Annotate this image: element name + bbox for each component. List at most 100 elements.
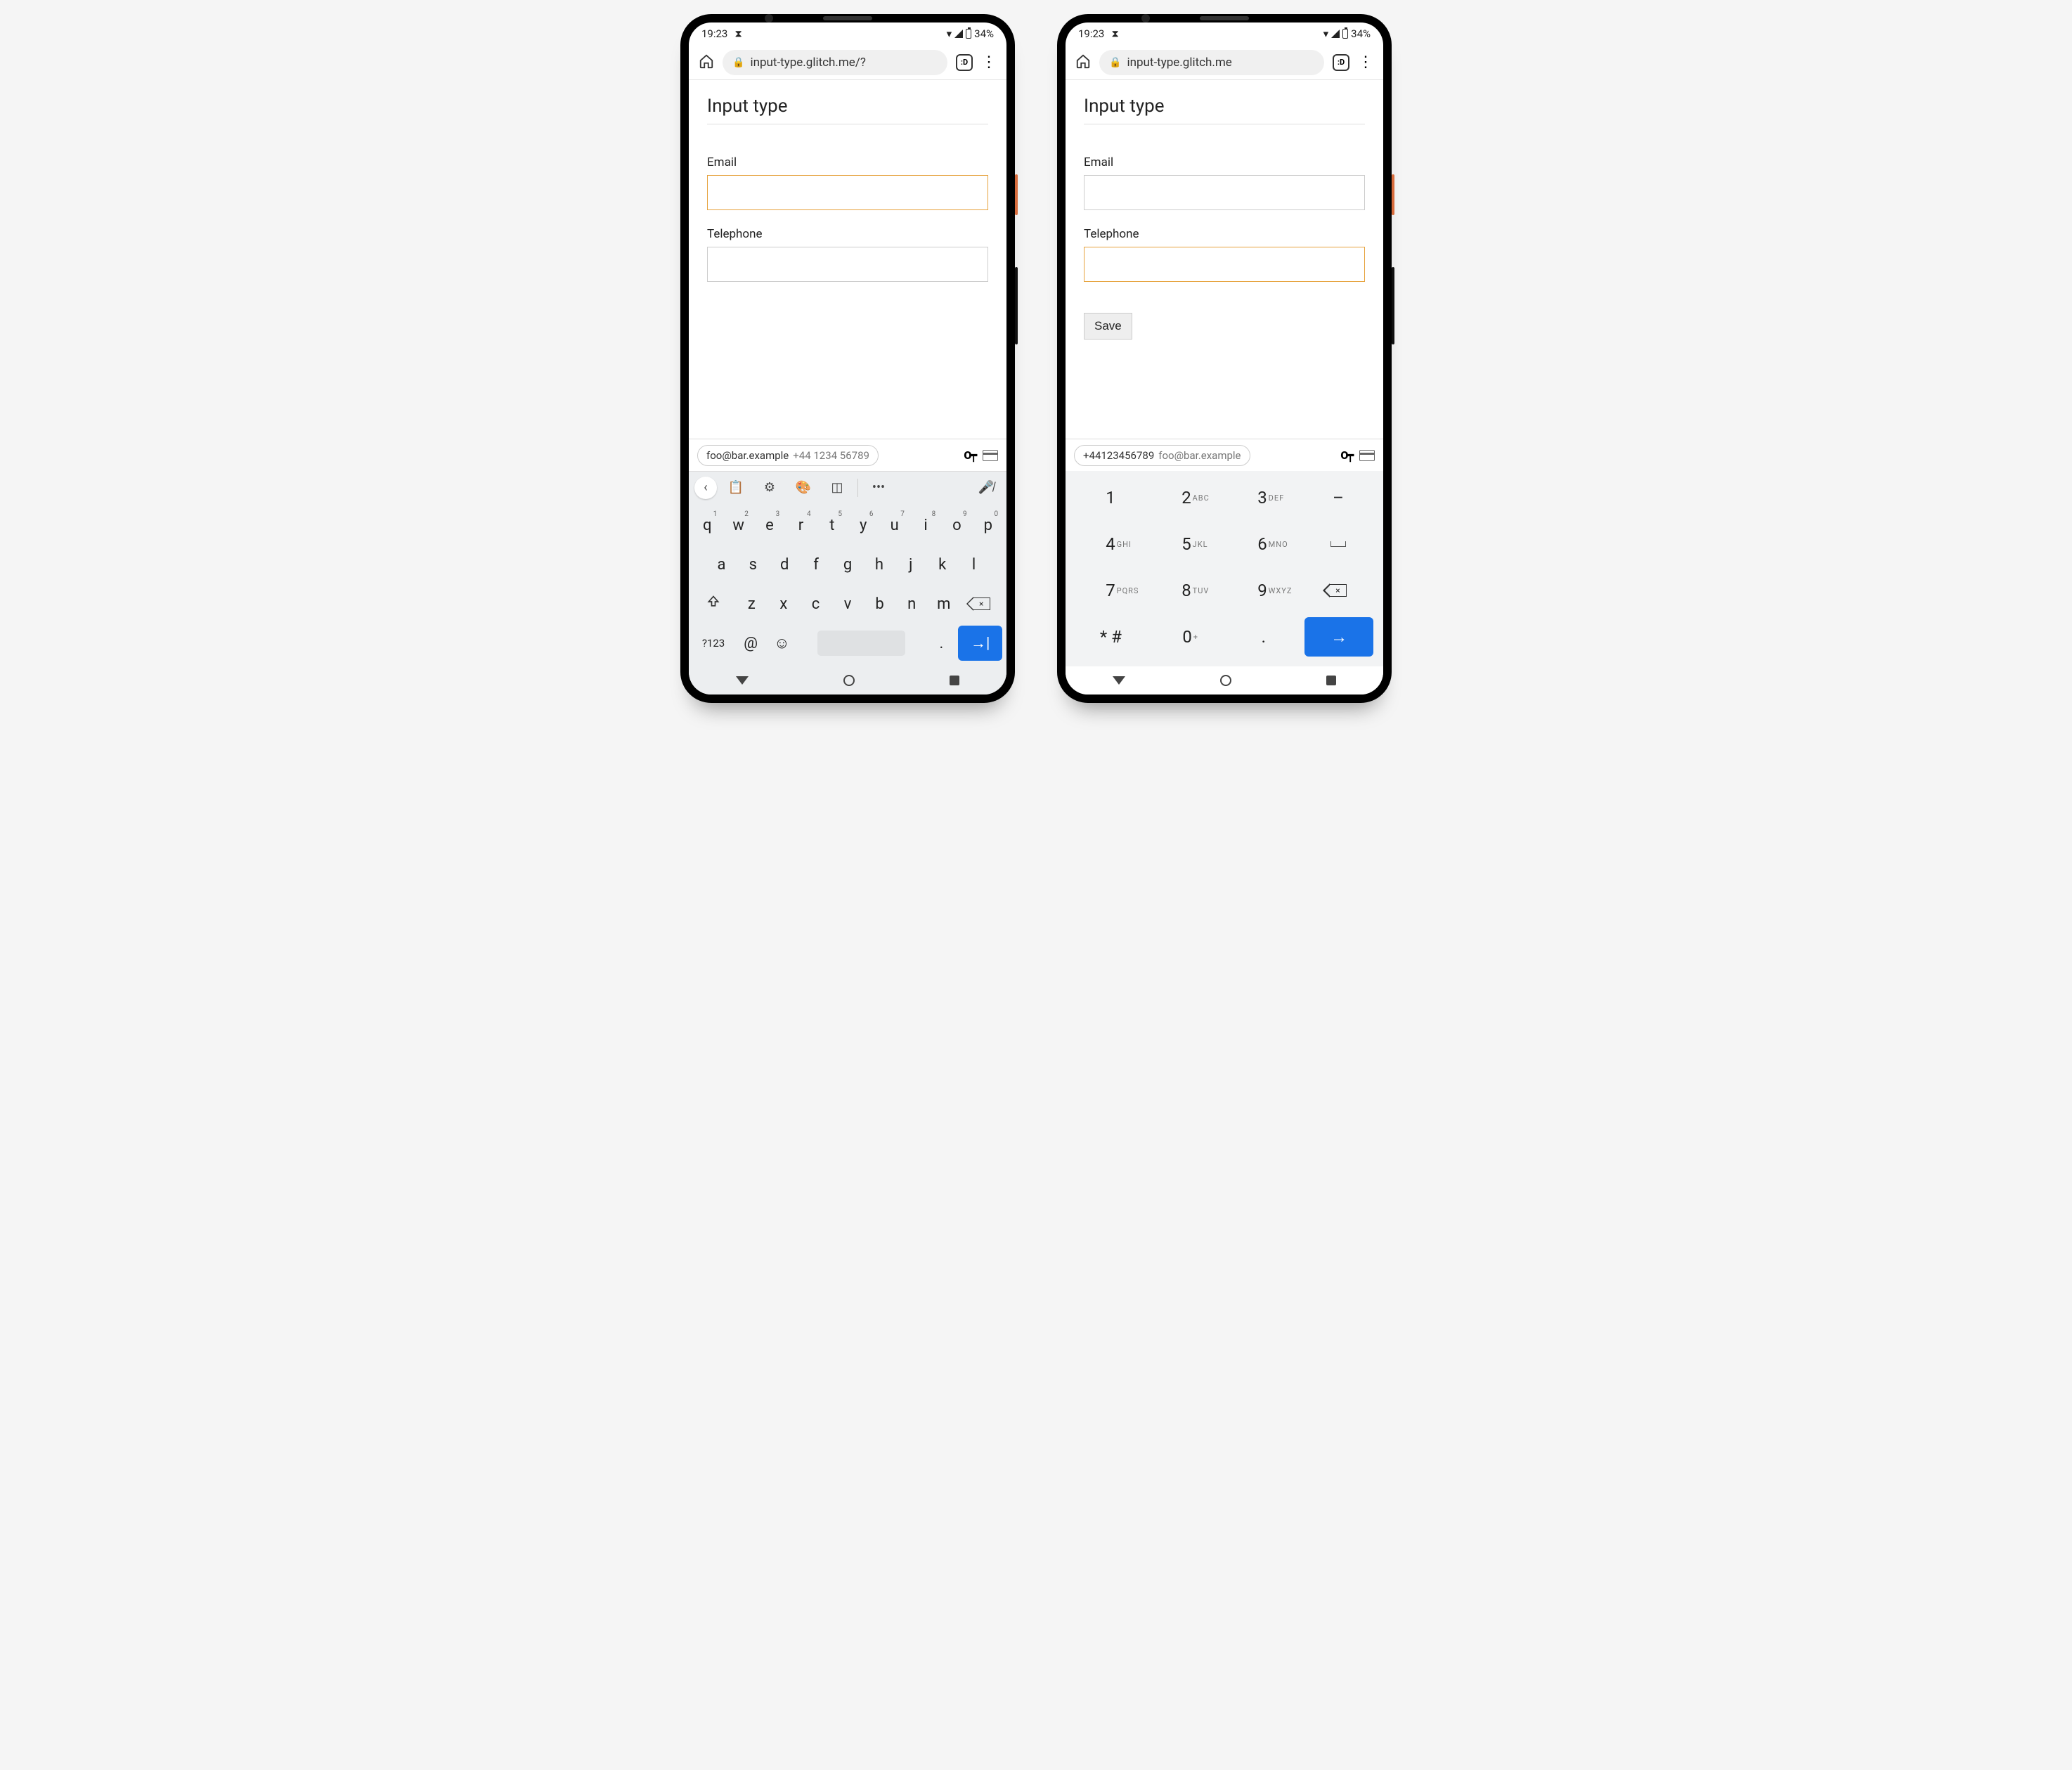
home-icon[interactable] (699, 53, 714, 72)
save-button[interactable]: Save (1084, 313, 1132, 340)
autofill-chip[interactable]: +44123456789foo@bar.example (1074, 445, 1250, 466)
numkey-5[interactable]: 5JKL (1148, 524, 1224, 564)
autofill-chip[interactable]: foo@bar.example+44 1234 56789 (697, 445, 879, 466)
numkey-6[interactable]: 6MNO (1224, 524, 1300, 564)
enter-key[interactable]: → (1304, 617, 1373, 657)
nav-recent-icon[interactable] (1326, 676, 1336, 685)
key-d[interactable]: d (770, 547, 799, 582)
onehand-icon[interactable]: ◫ (822, 476, 852, 500)
numkey-.[interactable]: . (1225, 617, 1302, 657)
url-text: input-type.glitch.me/? (750, 56, 865, 70)
lock-icon: 🔒 (1109, 57, 1121, 68)
numkey-–[interactable]: – (1300, 478, 1376, 517)
telephone-label: Telephone (1084, 227, 1365, 241)
key-n[interactable]: n (897, 586, 926, 621)
nav-back-icon[interactable] (1113, 676, 1125, 685)
key-s[interactable]: s (739, 547, 768, 582)
more-icon[interactable]: ••• (864, 476, 893, 500)
emoji-key[interactable]: ☺ (768, 626, 796, 661)
numkey-1[interactable]: 1 (1073, 478, 1148, 517)
nav-recent-icon[interactable] (950, 676, 959, 685)
key-v[interactable]: v (833, 586, 862, 621)
numkey-8[interactable]: 8TUV (1148, 571, 1224, 610)
key-u[interactable]: u7 (880, 508, 908, 543)
key-j[interactable]: j (896, 547, 925, 582)
telephone-field[interactable] (1084, 247, 1365, 282)
space-key[interactable] (799, 626, 925, 661)
key-h[interactable]: h (865, 547, 893, 582)
key-r[interactable]: r4 (786, 508, 815, 543)
numkey-4[interactable]: 4GHI (1073, 524, 1148, 564)
key-i[interactable]: i8 (912, 508, 940, 543)
home-icon[interactable] (1075, 53, 1091, 72)
enter-key[interactable]: →| (958, 626, 1002, 661)
nav-home-icon[interactable] (843, 675, 855, 686)
numkey-9[interactable]: 9WXYZ (1224, 571, 1300, 610)
nav-home-icon[interactable] (1220, 675, 1231, 686)
space-key[interactable] (1300, 524, 1376, 564)
telephone-field[interactable] (707, 247, 988, 282)
signal-icon (954, 30, 963, 38)
status-bar: 19:23 ⧗ ▾ 34% (689, 22, 1006, 45)
url-bar[interactable]: 🔒 input-type.glitch.me/? (723, 50, 947, 75)
key-y[interactable]: y6 (849, 508, 877, 543)
key-o[interactable]: o9 (943, 508, 971, 543)
key-q[interactable]: q1 (693, 508, 721, 543)
backspace-key[interactable]: × (961, 586, 1003, 621)
browser-toolbar: 🔒 input-type.glitch.me/? :D ⋮ (689, 45, 1006, 80)
card-icon[interactable] (983, 450, 998, 461)
clipboard-icon[interactable]: 📋 (721, 476, 751, 500)
android-navbar (689, 666, 1006, 695)
palette-icon[interactable]: 🎨 (789, 476, 818, 500)
qwerty-keyboard: q1w2e3r4t5y6u7i8o9p0 asdfghjkl zxcvbnm ×… (689, 503, 1006, 666)
symbols-key[interactable]: ?123 (693, 626, 734, 661)
url-text: input-type.glitch.me (1127, 56, 1231, 70)
numeric-keyboard: 12ABC3DEF– 4GHI5JKL6MNO 7PQRS8TUV9WXYZ× * #… (1066, 471, 1383, 666)
email-field[interactable] (707, 175, 988, 210)
battery-pct: 34% (1351, 27, 1371, 40)
hourglass-icon: ⧗ (734, 28, 742, 39)
backspace-key[interactable]: × (1300, 571, 1376, 610)
shift-key[interactable] (693, 586, 734, 621)
tabs-button[interactable]: :D (956, 54, 973, 71)
key-m[interactable]: m (929, 586, 959, 621)
phone-right: 19:23 ⧗ ▾ 34% 🔒 input-type.glitch.me :D … (1057, 14, 1392, 703)
mic-off-icon[interactable]: 🎤̸ (971, 476, 1001, 500)
numkey-2[interactable]: 2ABC (1148, 478, 1224, 517)
key-icon[interactable]: O┯ (1340, 448, 1352, 462)
numkey-3[interactable]: 3DEF (1224, 478, 1300, 517)
page-content: Input type Email Telephone (689, 80, 1006, 439)
autofill-bar: foo@bar.example+44 1234 56789 O┯ (689, 439, 1006, 471)
key-a[interactable]: a (707, 547, 736, 582)
numkey-0[interactable]: 0+ (1149, 617, 1226, 657)
battery-icon (966, 29, 971, 39)
numkey-7[interactable]: 7PQRS (1073, 571, 1148, 610)
key-z[interactable]: z (737, 586, 767, 621)
url-bar[interactable]: 🔒 input-type.glitch.me (1099, 50, 1324, 75)
nav-back-icon[interactable] (736, 676, 749, 685)
phone-left: 19:23 ⧗ ▾ 34% 🔒 input-type.glitch.me/? :… (680, 14, 1015, 703)
back-icon[interactable]: ‹ (694, 477, 717, 499)
key-x[interactable]: x (769, 586, 798, 621)
at-key[interactable]: @ (737, 626, 765, 661)
key-p[interactable]: p0 (974, 508, 1002, 543)
key-k[interactable]: k (928, 547, 957, 582)
key-e[interactable]: e3 (756, 508, 784, 543)
email-field[interactable] (1084, 175, 1365, 210)
email-label: Email (1084, 155, 1365, 169)
key-b[interactable]: b (865, 586, 895, 621)
key-g[interactable]: g (834, 547, 862, 582)
card-icon[interactable] (1359, 450, 1375, 461)
key-icon[interactable]: O┯ (964, 448, 976, 462)
key-l[interactable]: l (959, 547, 988, 582)
dot-key[interactable]: . (927, 626, 955, 661)
battery-pct: 34% (974, 27, 994, 40)
key-t[interactable]: t5 (818, 508, 846, 543)
key-f[interactable]: f (802, 547, 831, 582)
page-content: Input type Email Telephone Save (1066, 80, 1383, 439)
key-w[interactable]: w2 (724, 508, 752, 543)
gear-icon[interactable]: ⚙ (755, 476, 784, 500)
key-c[interactable]: c (801, 586, 831, 621)
tabs-button[interactable]: :D (1333, 54, 1349, 71)
numkey-*#[interactable]: * # (1073, 617, 1149, 657)
